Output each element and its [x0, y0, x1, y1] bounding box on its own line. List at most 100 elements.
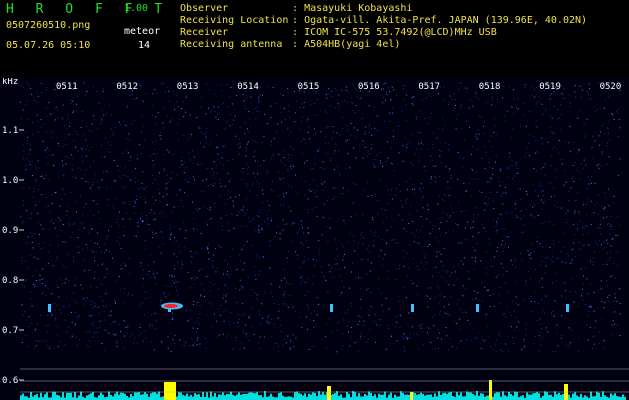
noise-speck: [83, 304, 84, 306]
power-bar: [312, 392, 314, 400]
noise-speck: [258, 183, 260, 185]
noise-speck: [148, 271, 150, 272]
time-label: 0515: [298, 82, 320, 92]
noise-speck: [289, 160, 291, 162]
noise-speck: [444, 295, 446, 297]
noise-speck: [597, 226, 599, 228]
noise-speck: [371, 134, 373, 136]
noise-speck: [511, 326, 512, 328]
noise-speck: [475, 134, 477, 135]
noise-speck: [20, 85, 22, 87]
noise-speck: [252, 289, 253, 291]
noise-speck: [523, 341, 525, 342]
noise-speck: [438, 271, 440, 273]
power-bar: [460, 392, 462, 400]
noise-speck: [493, 208, 495, 210]
noise-speck: [376, 129, 378, 131]
noise-speck: [43, 149, 45, 151]
noise-speck: [544, 201, 546, 202]
noise-speck: [402, 336, 404, 338]
noise-speck: [285, 119, 286, 121]
noise-speck: [398, 213, 399, 215]
noise-speck: [450, 167, 451, 169]
noise-speck: [437, 329, 439, 330]
noise-speck: [23, 178, 25, 180]
noise-speck: [128, 139, 130, 141]
noise-speck: [372, 240, 374, 242]
noise-speck: [608, 294, 610, 296]
noise-speck: [542, 113, 544, 115]
noise-speck: [474, 290, 476, 292]
noise-speck: [256, 106, 258, 108]
y-tick-label: 0.8: [2, 276, 18, 286]
noise-speck: [373, 245, 375, 247]
noise-speck: [218, 119, 219, 121]
noise-speck: [382, 221, 384, 223]
power-bar: [90, 393, 92, 400]
noise-speck: [39, 233, 40, 235]
noise-speck: [211, 168, 213, 170]
noise-speck: [377, 213, 379, 215]
noise-speck: [258, 225, 260, 227]
power-bar: [66, 392, 68, 400]
noise-speck: [41, 83, 43, 84]
noise-speck: [557, 345, 559, 347]
power-bar: [440, 395, 442, 400]
noise-speck: [213, 106, 215, 108]
noise-speck: [353, 202, 355, 204]
power-bar: [132, 396, 134, 400]
noise-speck: [143, 188, 145, 190]
noise-speck: [448, 217, 450, 219]
noise-speck: [455, 223, 457, 224]
noise-speck: [526, 125, 527, 127]
noise-speck: [399, 308, 401, 310]
noise-speck: [512, 178, 514, 179]
power-bar: [40, 392, 42, 400]
noise-speck: [430, 176, 432, 178]
noise-speck: [271, 220, 272, 222]
noise-speck: [606, 145, 608, 147]
noise-speck: [536, 126, 538, 128]
power-bar: [22, 393, 24, 400]
power-bar: [156, 393, 158, 400]
noise-speck: [172, 339, 174, 341]
noise-speck: [88, 269, 90, 271]
power-bar: [264, 391, 266, 400]
noise-speck: [118, 275, 120, 277]
noise-speck: [216, 146, 218, 148]
noise-speck: [509, 152, 511, 154]
noise-speck: [436, 337, 438, 339]
noise-speck: [500, 263, 502, 265]
noise-speck: [421, 331, 423, 333]
noise-speck: [134, 337, 136, 339]
noise-speck: [165, 183, 167, 185]
noise-speck: [412, 95, 414, 97]
noise-speck: [546, 257, 548, 259]
noise-speck: [445, 232, 447, 234]
noise-speck: [73, 260, 74, 262]
noise-speck: [337, 329, 339, 331]
noise-speck: [472, 145, 474, 147]
noise-speck: [360, 332, 362, 334]
noise-speck: [354, 240, 356, 242]
noise-speck: [45, 340, 47, 342]
noise-speck: [194, 322, 196, 324]
noise-speck: [138, 144, 140, 146]
noise-speck: [106, 331, 108, 333]
noise-speck: [391, 107, 393, 109]
noise-speck: [588, 311, 590, 312]
noise-speck: [594, 335, 595, 337]
noise-speck: [90, 303, 92, 305]
noise-speck: [287, 335, 289, 337]
noise-speck: [289, 349, 291, 351]
noise-speck: [478, 115, 480, 117]
noise-speck: [478, 129, 479, 131]
noise-speck: [223, 164, 224, 166]
noise-speck: [304, 162, 305, 164]
noise-speck: [550, 258, 551, 260]
noise-speck: [493, 266, 495, 267]
noise-speck: [199, 305, 201, 307]
noise-speck: [217, 159, 219, 161]
noise-speck: [183, 222, 185, 224]
noise-speck: [115, 334, 117, 336]
